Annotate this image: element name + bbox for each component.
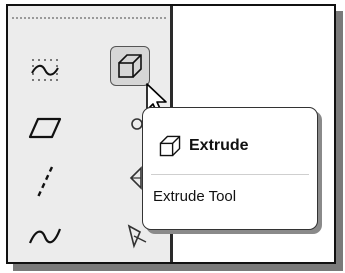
extrude-icon bbox=[118, 54, 142, 78]
dashed-line-icon bbox=[36, 166, 54, 198]
smooth-curve-dotted-icon bbox=[31, 59, 59, 81]
parallelogram-icon bbox=[28, 117, 62, 139]
tooltip-title: Extrude bbox=[157, 133, 249, 159]
extrude-icon bbox=[159, 135, 181, 157]
parallelogram-tool[interactable] bbox=[25, 108, 65, 148]
spline-tool[interactable] bbox=[25, 216, 65, 256]
tooltip: Extrude Extrude Tool bbox=[142, 107, 318, 230]
dashed-line-tool[interactable] bbox=[25, 162, 65, 202]
tooltip-separator bbox=[151, 174, 309, 175]
spline-icon bbox=[28, 228, 62, 244]
smooth-curve-tool[interactable] bbox=[25, 50, 65, 90]
screen-frame: Extrude Extrude Tool bbox=[6, 4, 336, 264]
tooltip-title-text: Extrude bbox=[189, 137, 249, 154]
palette-grip[interactable] bbox=[11, 16, 167, 20]
tooltip-description: Extrude Tool bbox=[153, 188, 237, 205]
extrude-tool[interactable] bbox=[110, 46, 150, 86]
